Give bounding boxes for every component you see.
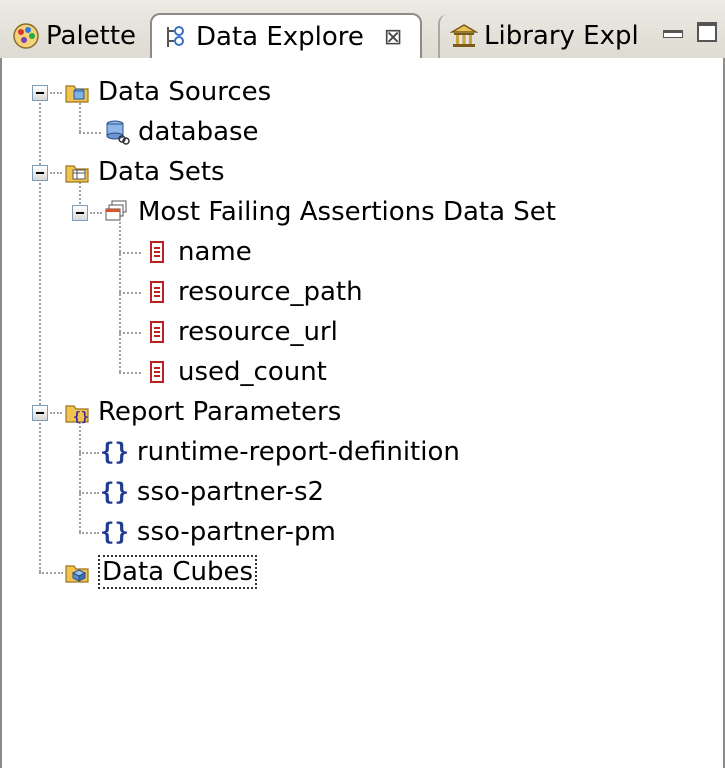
tree-node-label: Data Sets bbox=[98, 157, 225, 187]
tree-line bbox=[39, 92, 41, 572]
tree-node-data-sources[interactable]: Data Sources bbox=[64, 72, 271, 112]
column-icon bbox=[144, 319, 170, 345]
tree-node-label: sso-partner-s2 bbox=[136, 477, 325, 507]
tab-library-explorer[interactable]: Library Expl bbox=[438, 14, 653, 58]
dataset-icon bbox=[104, 199, 130, 225]
tree-line bbox=[119, 252, 141, 254]
tree-node-label: Most Failing Assertions Data Set bbox=[138, 197, 556, 227]
report-parameters-folder-icon: {} bbox=[64, 399, 90, 425]
tree-node-label: Data Cubes bbox=[98, 555, 258, 589]
tree-node-parameter[interactable]: {} runtime-report-definition bbox=[100, 432, 460, 472]
parameter-icon: {} bbox=[100, 438, 129, 466]
column-icon bbox=[144, 239, 170, 265]
svg-text:{}: {} bbox=[73, 410, 89, 425]
tree-node-column[interactable]: used_count bbox=[144, 352, 327, 392]
parameter-icon: {} bbox=[100, 518, 129, 546]
tree-line bbox=[119, 332, 141, 334]
tree-node-data-sets[interactable]: Data Sets bbox=[64, 152, 225, 192]
tree-node-label: sso-partner-pm bbox=[136, 517, 336, 547]
tree-node-database[interactable]: database bbox=[104, 112, 259, 152]
tab-data-explorer[interactable]: Data Explore ⊠ bbox=[150, 13, 422, 59]
data-sets-folder-icon bbox=[64, 159, 90, 185]
tree-line bbox=[119, 222, 121, 372]
tree-node-label: database bbox=[138, 117, 259, 147]
tree-line bbox=[50, 172, 62, 174]
parameter-icon: {} bbox=[100, 478, 129, 506]
palette-icon bbox=[12, 22, 40, 50]
maximize-button[interactable] bbox=[697, 22, 717, 42]
data-explorer-tree: Data Sources database Data Sets Most Fai… bbox=[0, 58, 725, 768]
tree-node-column[interactable]: resource_url bbox=[144, 312, 338, 352]
data-explorer-icon bbox=[162, 23, 190, 51]
tree-node-report-parameters[interactable]: {} Report Parameters bbox=[64, 392, 341, 432]
tree-line bbox=[39, 572, 63, 574]
tree-node-parameter[interactable]: {} sso-partner-pm bbox=[100, 512, 336, 552]
tree-line bbox=[79, 422, 81, 532]
database-icon bbox=[104, 119, 130, 145]
tree-node-label: used_count bbox=[178, 357, 327, 387]
close-tab-icon[interactable]: ⊠ bbox=[384, 25, 402, 50]
column-icon bbox=[144, 359, 170, 385]
tree-node-label: Data Sources bbox=[98, 77, 272, 107]
column-icon bbox=[144, 279, 170, 305]
minimize-button[interactable] bbox=[663, 30, 683, 38]
collapse-data-sources-toggle[interactable] bbox=[32, 85, 48, 101]
tree-node-label: Report Parameters bbox=[98, 397, 342, 427]
tree-line bbox=[79, 132, 101, 134]
collapse-dataset-toggle[interactable] bbox=[72, 205, 88, 221]
tree-node-label: resource_path bbox=[178, 277, 363, 307]
collapse-data-sets-toggle[interactable] bbox=[32, 165, 48, 181]
tree-line bbox=[119, 292, 141, 294]
tree-line bbox=[79, 492, 99, 494]
tree-node-data-cubes[interactable]: Data Cubes bbox=[64, 552, 258, 592]
tab-label: Library Expl bbox=[484, 21, 639, 51]
data-cubes-folder-icon bbox=[64, 559, 90, 585]
tab-palette[interactable]: Palette bbox=[0, 14, 150, 58]
tree-node-label: name bbox=[178, 237, 252, 267]
tab-label: Data Explore bbox=[196, 22, 364, 52]
tree-line bbox=[50, 412, 62, 414]
tree-node-parameter[interactable]: {} sso-partner-s2 bbox=[100, 472, 324, 512]
tree-node-label: resource_url bbox=[178, 317, 338, 347]
data-sources-folder-icon bbox=[64, 79, 90, 105]
collapse-report-parameters-toggle[interactable] bbox=[32, 405, 48, 421]
tree-node-column[interactable]: name bbox=[144, 232, 252, 272]
data-explorer-view: Palette Data Explore ⊠ Library Expl Data… bbox=[0, 0, 725, 768]
tree-line bbox=[50, 92, 62, 94]
tab-label: Palette bbox=[46, 21, 137, 51]
tree-line bbox=[79, 532, 99, 534]
tree-line bbox=[119, 372, 141, 374]
library-icon bbox=[449, 22, 479, 50]
tree-node-label: runtime-report-definition bbox=[136, 437, 460, 467]
tree-node-dataset[interactable]: Most Failing Assertions Data Set bbox=[104, 192, 556, 232]
tree-line bbox=[90, 212, 102, 214]
tree-node-column[interactable]: resource_path bbox=[144, 272, 363, 312]
view-tab-strip: Palette Data Explore ⊠ Library Expl bbox=[0, 0, 725, 59]
tree-line bbox=[79, 452, 99, 454]
